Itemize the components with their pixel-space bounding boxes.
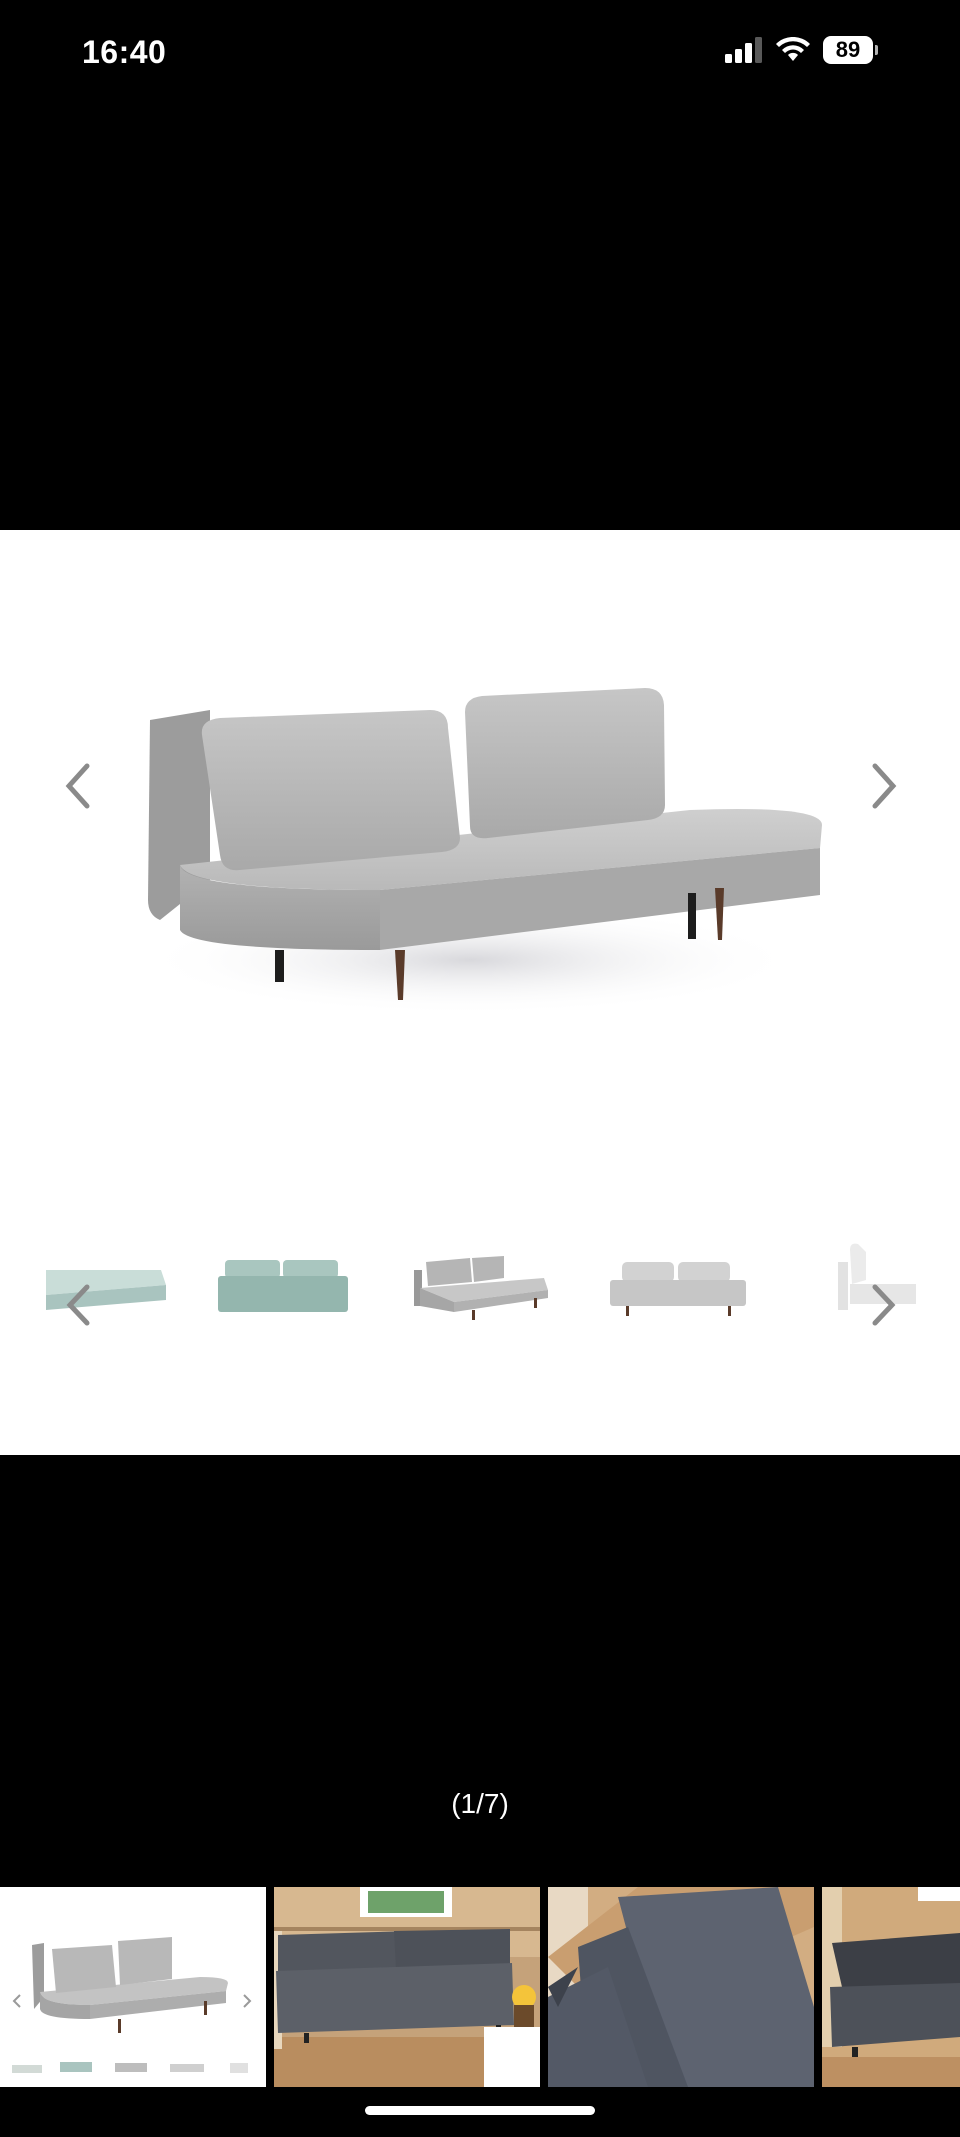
sofa-light-grey-front-thumbnail[interactable] xyxy=(608,1240,748,1350)
product-photo-thumbnail[interactable] xyxy=(0,1887,266,2087)
home-indicator xyxy=(365,2106,595,2115)
thumbnail-prev-button[interactable] xyxy=(58,1280,98,1330)
sofa-grey-angle-thumbnail[interactable] xyxy=(414,1240,549,1350)
status-bar: 16:40 89 xyxy=(0,0,960,110)
sofa-mint-front-thumbnail[interactable] xyxy=(215,1240,350,1350)
status-icons: 89 xyxy=(725,36,878,64)
chevron-left-icon xyxy=(66,1284,90,1326)
living-room-sofa-photo[interactable] xyxy=(274,1887,540,2087)
image-counter: (1/7) xyxy=(451,1788,509,1819)
status-time: 16:40 xyxy=(82,34,167,70)
gallery-strip xyxy=(0,1887,960,2087)
battery-icon: 89 xyxy=(823,36,878,64)
sofa-room-photo[interactable] xyxy=(822,1887,960,2087)
chevron-left-icon xyxy=(65,763,90,809)
product-image-viewer xyxy=(0,530,960,1455)
viewer-thumbnail-strip xyxy=(0,1240,960,1390)
next-image-button[interactable] xyxy=(864,756,904,816)
cellular-signal-icon xyxy=(725,37,762,63)
sofa-closeup-photo[interactable] xyxy=(548,1887,814,2087)
thumbnail-next-button[interactable] xyxy=(864,1280,904,1330)
chevron-right-icon xyxy=(872,1284,896,1326)
previous-image-button[interactable] xyxy=(58,756,98,816)
sofa-bed-grey-product-photo[interactable] xyxy=(130,650,830,1030)
wifi-icon xyxy=(776,37,810,61)
chevron-right-icon xyxy=(872,763,897,809)
battery-level: 89 xyxy=(823,36,873,64)
